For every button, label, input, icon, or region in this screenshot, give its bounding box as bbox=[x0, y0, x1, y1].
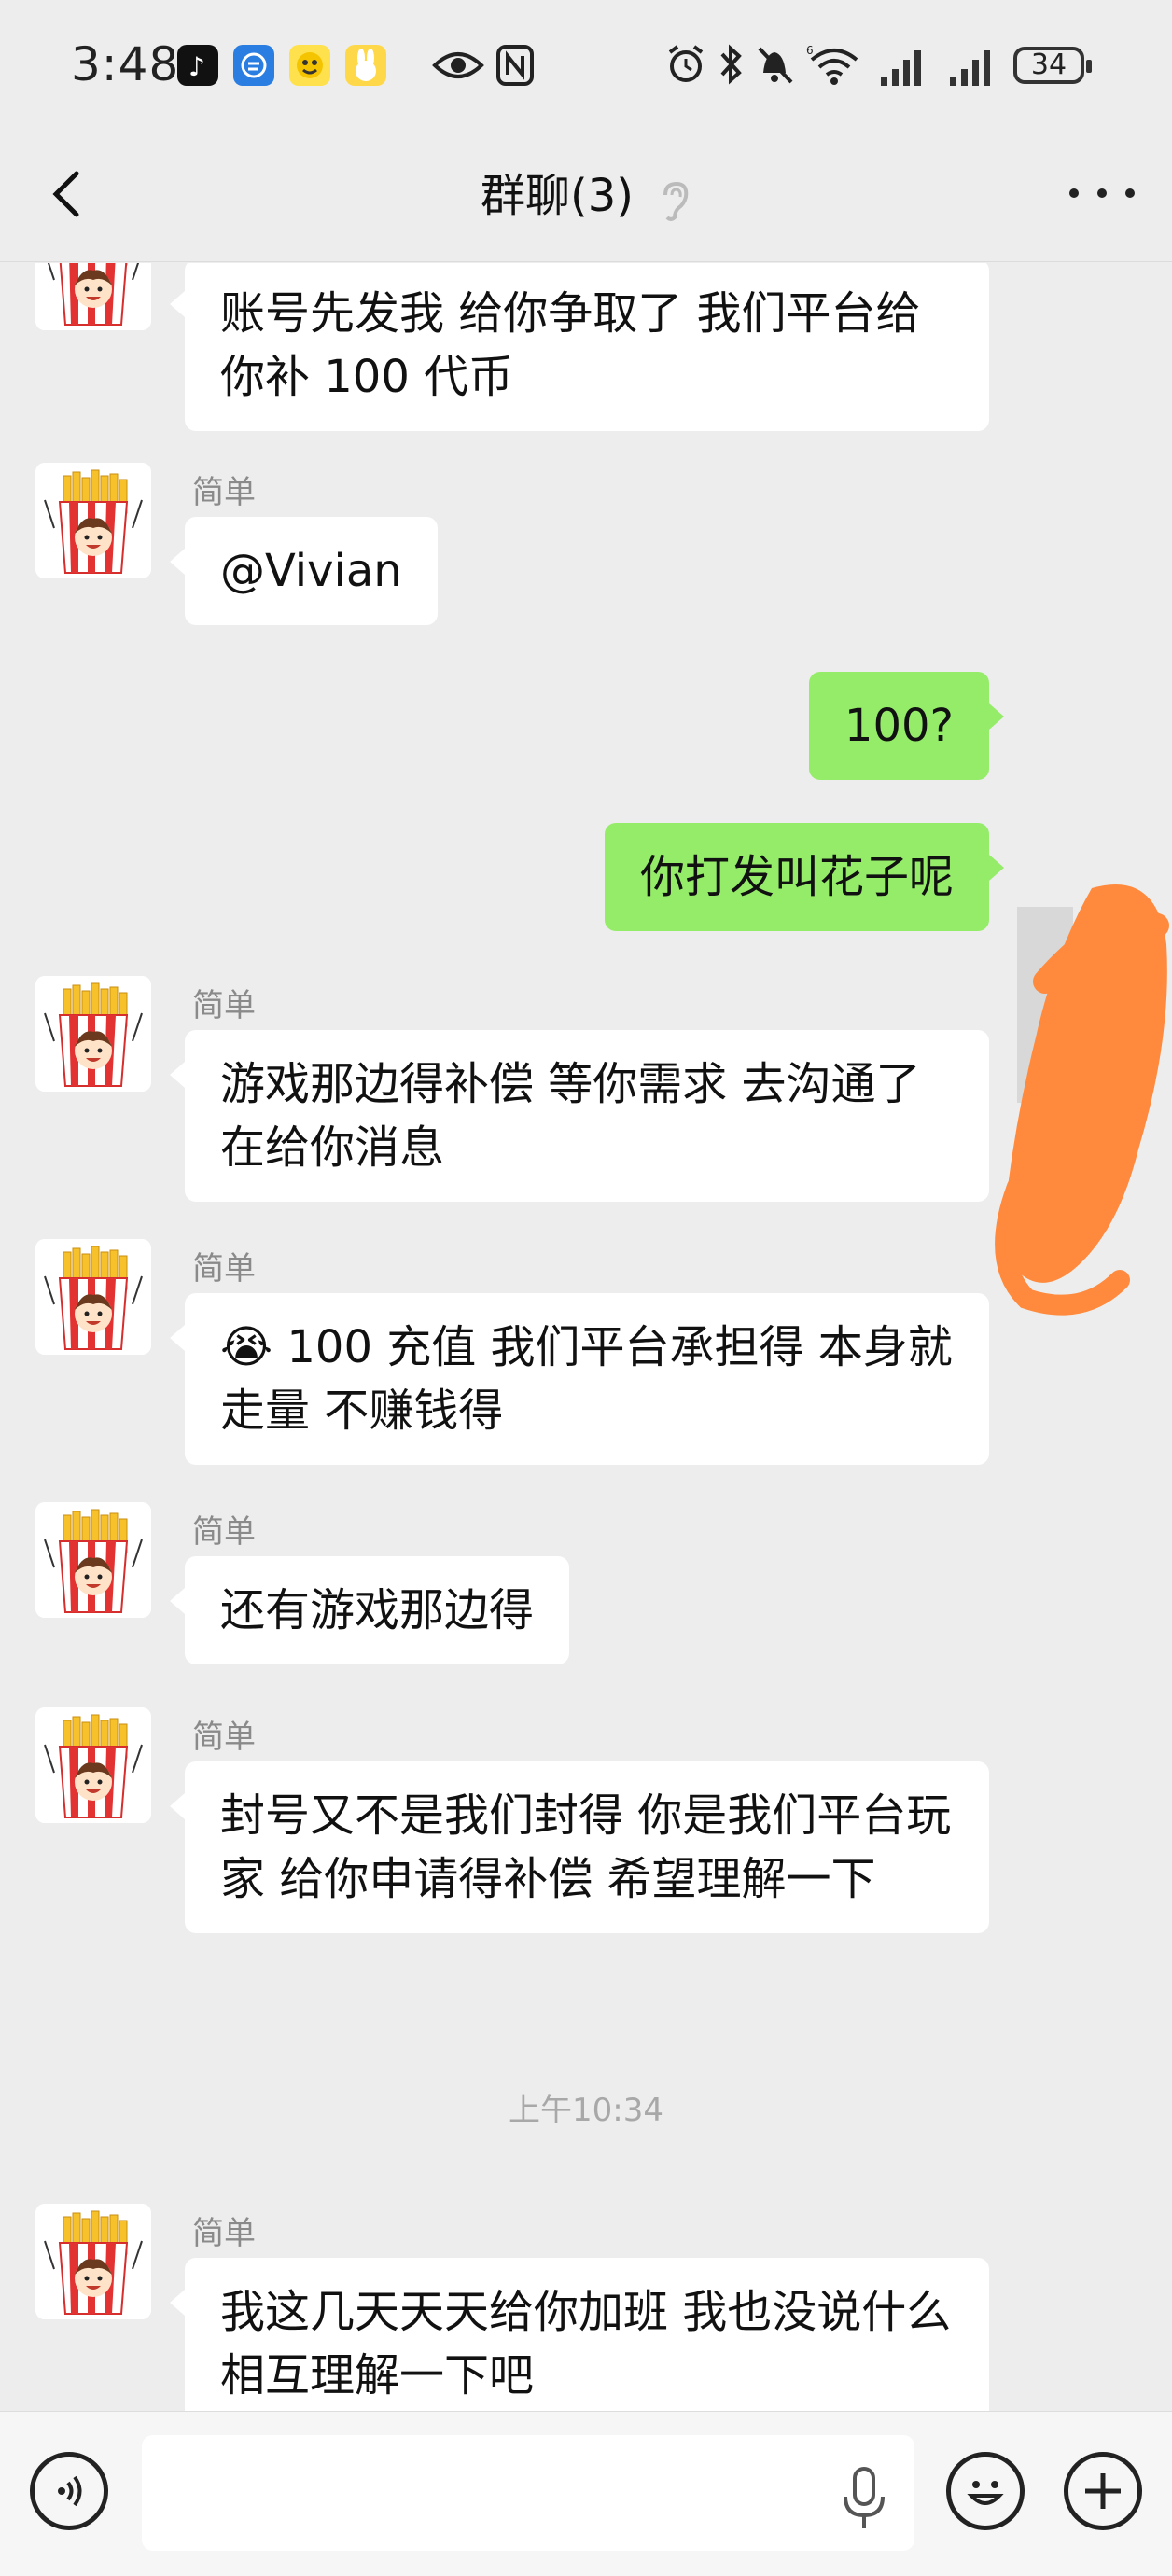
avatar[interactable] bbox=[35, 2204, 151, 2319]
message-text: 封号又不是我们封得 你是我们平台玩家 给你申请得补偿 希望理解一下 bbox=[220, 1789, 952, 1905]
signal-icon bbox=[950, 49, 997, 86]
message-list[interactable]: 账号先发我 给你争取了 我们平台给你补 100 代币 简单 @Vivian 10… bbox=[0, 263, 1172, 2411]
chat-title: 群聊(3) bbox=[481, 170, 634, 222]
message-text: 100? bbox=[844, 700, 954, 752]
message-bubble-outgoing[interactable]: 100? bbox=[808, 672, 1005, 780]
timestamp: 上午10:34 bbox=[509, 2092, 663, 2129]
bluetooth-icon bbox=[720, 44, 742, 85]
avatar[interactable] bbox=[35, 463, 151, 578]
message-bubble[interactable]: 还有游戏那边得 bbox=[169, 1556, 570, 1664]
message-text: 还有游戏那边得 bbox=[220, 1584, 535, 1636]
avatar[interactable] bbox=[35, 1502, 151, 1618]
chat-title-wrap: 群聊(3) bbox=[0, 159, 1172, 224]
message-bubble[interactable]: 封号又不是我们封得 你是我们平台玩家 给你申请得补偿 希望理解一下 bbox=[170, 1761, 989, 1933]
sender-name: 简单 bbox=[192, 2215, 256, 2252]
sender-name: 简单 bbox=[192, 1250, 256, 1288]
microphone-icon[interactable] bbox=[836, 2463, 892, 2534]
app-icon bbox=[233, 45, 274, 86]
tiktok-icon: ♪ bbox=[177, 45, 218, 86]
sender-name: 简单 bbox=[192, 987, 256, 1024]
message-text: 账号先发我 给你争取了 我们平台给你补 100 代币 bbox=[220, 287, 921, 403]
voice-toggle-button[interactable] bbox=[30, 2452, 108, 2530]
message-bubble[interactable]: 😭 100 充值 我们平台承担得 本身就走量 不赚钱得 bbox=[170, 1293, 989, 1465]
sender-name: 简单 bbox=[192, 1513, 256, 1551]
wifi-icon: 6 bbox=[806, 44, 858, 85]
message-text: 游戏那边得补偿 等你需求 去沟通了 在给你消息 bbox=[220, 1058, 921, 1174]
message-input[interactable] bbox=[142, 2435, 914, 2551]
add-button[interactable] bbox=[1064, 2452, 1142, 2530]
svg-text:♪: ♪ bbox=[188, 51, 205, 82]
avatar[interactable] bbox=[35, 263, 151, 330]
avatar[interactable] bbox=[35, 976, 151, 1092]
message-bubble[interactable]: 账号先发我 给你争取了 我们平台给你补 100 代币 bbox=[170, 263, 989, 431]
redaction-scribble bbox=[995, 884, 1169, 1316]
emoji: 😭 bbox=[220, 1321, 273, 1373]
ear-icon bbox=[658, 177, 691, 221]
svg-text:6: 6 bbox=[806, 44, 814, 57]
status-time: 3:48 bbox=[71, 37, 180, 91]
rabbit-app-icon bbox=[345, 45, 386, 86]
sender-name: 简单 bbox=[192, 1719, 256, 1756]
battery-indicator: 34 bbox=[1013, 47, 1092, 84]
nfc-icon bbox=[496, 45, 534, 86]
more-options-button[interactable] bbox=[1069, 174, 1135, 211]
status-bar: 3:48 ♪ 6 34 bbox=[0, 0, 1172, 131]
message-text: 你打发叫花子呢 bbox=[639, 851, 954, 903]
avatar[interactable] bbox=[35, 1707, 151, 1823]
message-text: @Vivian bbox=[220, 545, 402, 597]
emoji-button[interactable] bbox=[946, 2452, 1025, 2530]
emoji-app-icon bbox=[289, 45, 330, 86]
sender-name: 简单 bbox=[192, 474, 256, 511]
eye-icon bbox=[432, 52, 484, 78]
avatar[interactable] bbox=[35, 1239, 151, 1355]
message-text: 我这几天天天给你加班 我也没说什么 相互理解一下吧 bbox=[220, 2286, 952, 2402]
signal-icon bbox=[881, 49, 928, 86]
message-text: 100 充值 我们平台承担得 本身就走量 不赚钱得 bbox=[220, 1321, 953, 1437]
message-bubble-outgoing[interactable]: 你打发叫花子呢 bbox=[604, 823, 1005, 931]
message-bubble[interactable]: @Vivian bbox=[170, 517, 438, 625]
mute-icon bbox=[758, 47, 793, 84]
message-bubble[interactable]: 我这几天天天给你加班 我也没说什么 相互理解一下吧 bbox=[170, 2258, 989, 2411]
alarm-icon bbox=[668, 45, 704, 82]
message-bubble[interactable]: 游戏那边得补偿 等你需求 去沟通了 在给你消息 bbox=[170, 1030, 989, 1202]
